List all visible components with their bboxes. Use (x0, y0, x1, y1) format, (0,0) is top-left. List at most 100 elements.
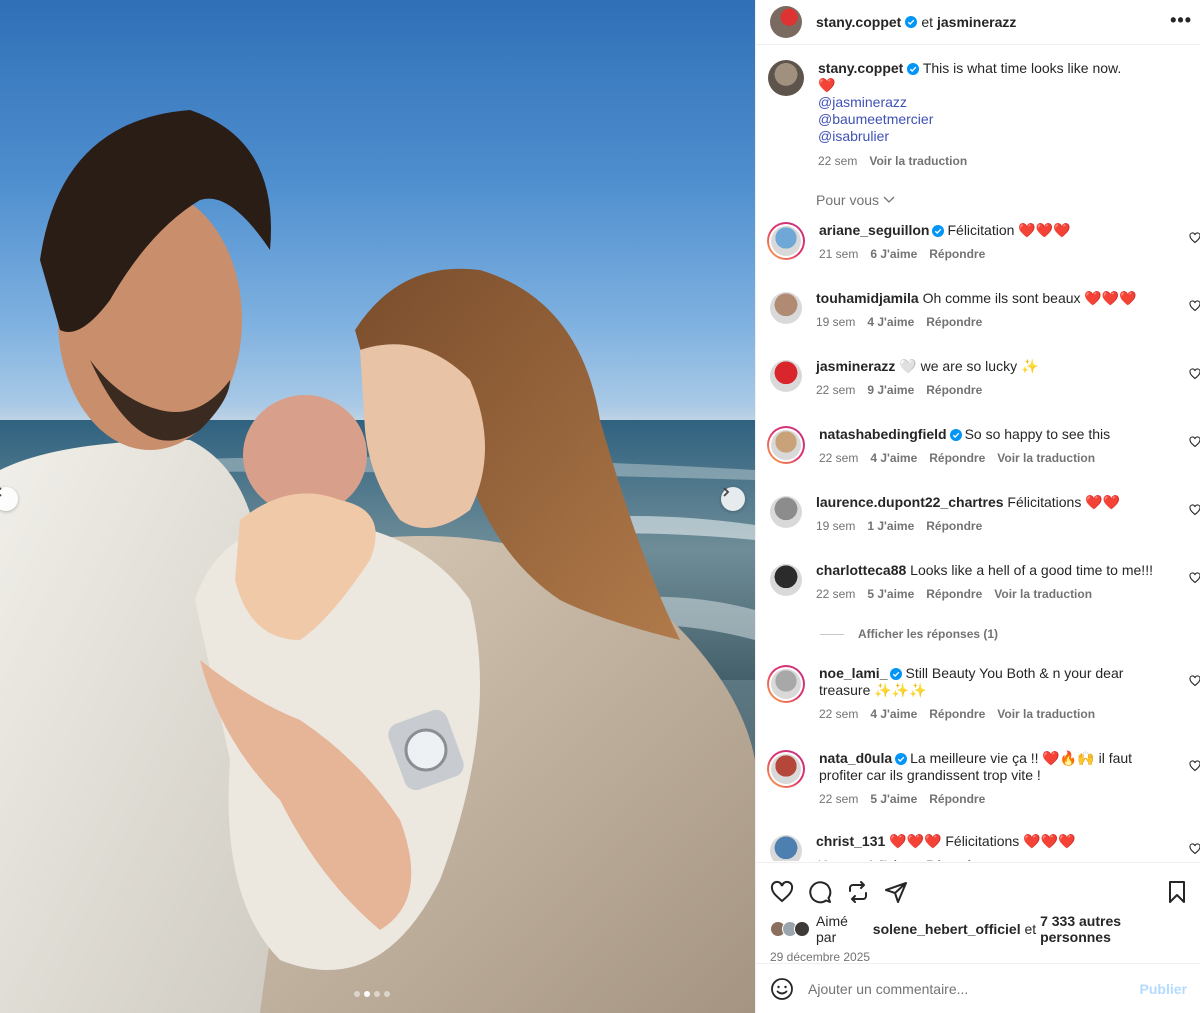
caption-mention[interactable]: @baumeetmercier (818, 111, 1121, 128)
story-ring-inner (769, 224, 803, 258)
caption-mention[interactable]: @isabrulier (818, 128, 1121, 145)
comment-like-heart-icon[interactable] (1189, 760, 1200, 772)
comment-item: noe_lami_ Still Beauty You Both & n your … (756, 665, 1200, 723)
caption-author-avatar[interactable] (768, 60, 804, 96)
comment-text: 🤍 we are so lucky ✨ (899, 358, 1039, 374)
comment-likes[interactable]: 4 J'aime (870, 706, 917, 723)
commenter-avatar[interactable] (770, 496, 802, 528)
show-replies-button[interactable]: Afficher les réponses (1) (820, 627, 1200, 641)
comment-like-heart-icon[interactable] (1189, 368, 1200, 380)
commenter-avatar[interactable] (770, 835, 802, 861)
carousel-dot (364, 991, 370, 997)
more-horizontal-icon[interactable]: ••• (1170, 10, 1192, 31)
reply-button[interactable]: Répondre (929, 450, 985, 467)
commenter-avatar[interactable] (770, 360, 802, 392)
comment-filter-dropdown[interactable]: Pour vous (816, 192, 895, 208)
like-heart-icon[interactable] (770, 880, 794, 904)
comment-meta: 19 sem 4 J'aime Répondre (816, 314, 1171, 331)
reply-button[interactable]: Répondre (926, 382, 982, 399)
collaborator-username[interactable]: jasminerazz (937, 14, 1016, 30)
caption-mention[interactable]: @jasminerazz (818, 94, 1121, 111)
comment-username[interactable]: christ_131 (816, 833, 885, 849)
comment-like-heart-icon[interactable] (1189, 504, 1200, 516)
comment-username[interactable]: charlotteca88 (816, 562, 906, 578)
comment-like-heart-icon[interactable] (1189, 843, 1200, 855)
comment-likes[interactable]: 5 J'aime (870, 791, 917, 808)
comment-like-heart-icon[interactable] (1189, 300, 1200, 312)
story-ring[interactable] (767, 426, 805, 464)
caption-username[interactable]: stany.coppet (818, 60, 903, 76)
comment-username[interactable]: ariane_seguillon (819, 222, 929, 238)
likes-others[interactable]: 7 333 autres personnes (1040, 913, 1187, 945)
comment-username[interactable]: touhamidjamila (816, 290, 919, 306)
comment-username[interactable]: nata_d0ula (819, 750, 892, 766)
commenter-avatar[interactable] (771, 669, 801, 699)
comment-username[interactable]: laurence.dupont22_chartres (816, 494, 1004, 510)
comments-scroll-area[interactable]: stany.coppet This is what time looks lik… (756, 46, 1200, 861)
commenter-avatar[interactable] (771, 754, 801, 784)
likes-summary: Aimé par solene_hebert_officiel et 7 333… (756, 909, 1200, 945)
story-ring[interactable] (767, 665, 805, 703)
comment-likes[interactable]: 1 J'aime (867, 857, 914, 861)
commenter-avatar[interactable] (770, 564, 802, 596)
comment-likes[interactable]: 6 J'aime (870, 246, 917, 263)
commenter-avatar[interactable] (771, 430, 801, 460)
comment-like-heart-icon[interactable] (1189, 436, 1200, 448)
comment-username[interactable]: jasminerazz (816, 358, 895, 374)
comment-bubble-icon[interactable] (808, 880, 832, 904)
comment-likes[interactable]: 4 J'aime (870, 450, 917, 467)
story-ring[interactable] (767, 222, 805, 260)
likes-user[interactable]: solene_hebert_officiel (873, 921, 1021, 937)
likes-prefix: Aimé par (816, 913, 848, 945)
reply-button[interactable]: Répondre (926, 586, 982, 603)
comment-time: 19 sem (816, 857, 855, 861)
comment-like-heart-icon[interactable] (1189, 675, 1200, 687)
reply-button[interactable]: Répondre (929, 706, 985, 723)
comment-likes[interactable]: 4 J'aime (867, 314, 914, 331)
comment-time: 22 sem (819, 792, 859, 806)
caption-translate-link[interactable]: Voir la traduction (869, 153, 967, 170)
translate-link[interactable]: Voir la traduction (997, 450, 1095, 467)
likes-middle: et (1024, 921, 1037, 937)
emoji-picker-icon[interactable] (770, 977, 794, 1001)
comment-meta: 22 sem 5 J'aime Répondre Voir la traduction (816, 586, 1171, 603)
share-send-icon[interactable] (884, 880, 908, 904)
comment-body: charlotteca88 Looks like a hell of a goo… (816, 562, 1171, 603)
author-username[interactable]: stany.coppet (816, 14, 901, 30)
comment-item: nata_d0ula La meilleure vie ça !! ❤️🔥🙌 il… (756, 750, 1200, 808)
comment-likes[interactable]: 1 J'aime (867, 518, 914, 535)
chevron-right-icon (723, 487, 730, 497)
comment-likes[interactable]: 5 J'aime (867, 586, 914, 603)
publish-button[interactable]: Publier (1140, 981, 1187, 997)
reply-button[interactable]: Répondre (929, 246, 985, 263)
post-date: 29 décembre 2025 (770, 950, 871, 964)
comment-text: So so happy to see this (964, 426, 1111, 442)
translate-link[interactable]: Voir la traduction (997, 706, 1095, 723)
comment-time: 22 sem (819, 451, 859, 465)
save-bookmark-icon[interactable] (1165, 880, 1189, 904)
comment-likes[interactable]: 9 J'aime (867, 382, 914, 399)
comment-like-heart-icon[interactable] (1189, 572, 1200, 584)
author-avatar[interactable] (770, 6, 802, 38)
comment-username[interactable]: noe_lami_ (819, 665, 887, 681)
commenter-avatar[interactable] (770, 292, 802, 324)
translate-link[interactable]: Voir la traduction (994, 586, 1092, 603)
commenter-avatar[interactable] (771, 226, 801, 256)
post-side-panel: stany.coppet et jasminerazz ••• stany.co… (755, 0, 1200, 1013)
comment-username[interactable]: natashabedingfield (819, 426, 947, 442)
carousel-next-button[interactable] (721, 487, 745, 511)
comment-like-heart-icon[interactable] (1189, 232, 1200, 244)
reply-button[interactable]: Répondre (926, 857, 982, 861)
liker-avatar (794, 921, 810, 937)
comments-list: ariane_seguillon Félicitation ❤️❤️❤️ 21 se… (756, 222, 1200, 861)
verified-badge-icon (907, 63, 920, 76)
story-ring[interactable] (767, 750, 805, 788)
comment-input[interactable] (808, 980, 1140, 997)
comment-body: touhamidjamila Oh comme ils sont beaux ❤… (816, 290, 1171, 331)
reply-button[interactable]: Répondre (926, 314, 982, 331)
repost-icon[interactable] (846, 880, 870, 904)
reply-button[interactable]: Répondre (929, 791, 985, 808)
comment-body: laurence.dupont22_chartres Félicitations… (816, 494, 1171, 535)
comment-meta: 22 sem 4 J'aime Répondre Voir la traduction (819, 706, 1171, 723)
reply-button[interactable]: Répondre (926, 518, 982, 535)
